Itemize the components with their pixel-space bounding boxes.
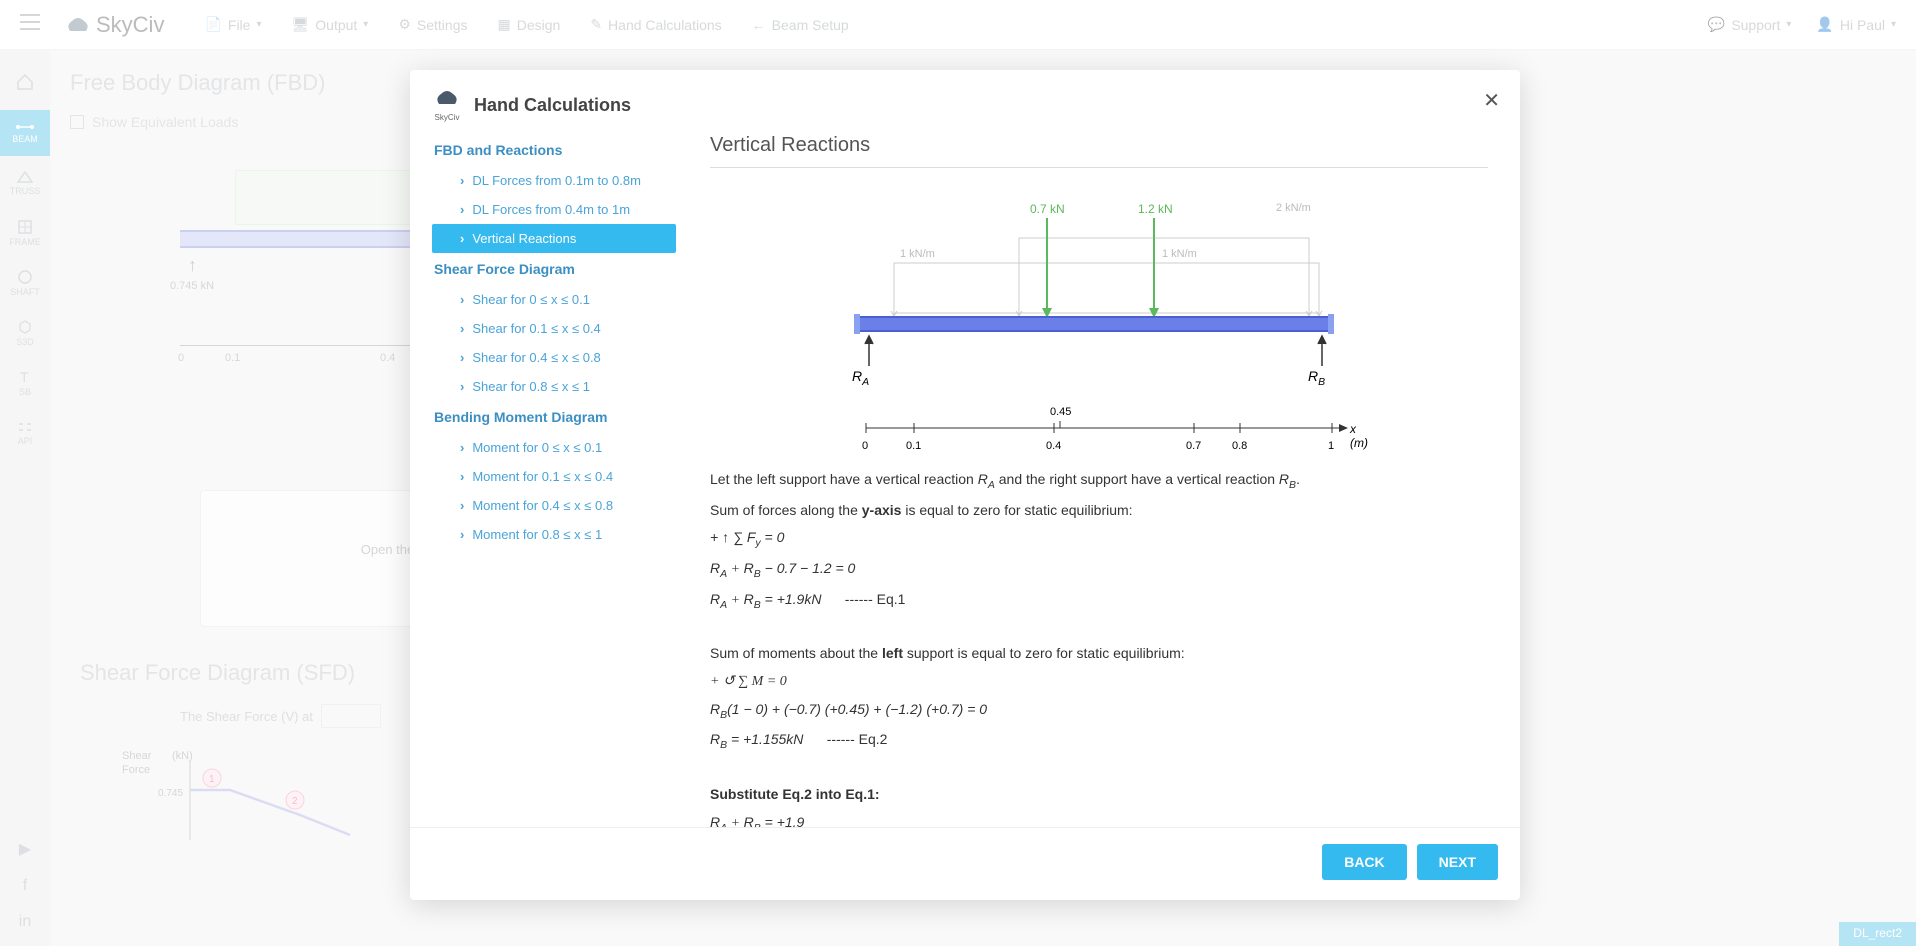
status-bar: DL_rect2 [1839,922,1916,946]
menu-output[interactable]: 🖥Output▾ [291,16,368,33]
calc-text: Let the left support have a vertical rea… [710,468,1488,827]
rail-sb[interactable]: TSB [0,360,50,406]
next-button[interactable]: NEXT [1417,844,1498,880]
toc-moment-0-01[interactable]: ›Moment for 0 ≤ x ≤ 0.1 [432,433,676,462]
sfd-title: Shear Force Diagram (SFD) [80,660,381,686]
modal-title: Hand Calculations [474,95,631,116]
toc-moment-01-04[interactable]: ›Moment for 0.1 ≤ x ≤ 0.4 [432,462,676,491]
rail-shaft[interactable]: SHAFT [0,260,50,306]
toc-section-sfd: Shear Force Diagram [432,253,676,285]
rail-home[interactable] [0,60,50,106]
back-button[interactable]: BACK [1322,844,1406,880]
modal-close-button[interactable]: ✕ [1483,88,1500,113]
toc-shear-0-01[interactable]: ›Shear for 0 ≤ x ≤ 0.1 [432,285,676,314]
toc-shear-08-1[interactable]: ›Shear for 0.8 ≤ x ≤ 1 [432,372,676,401]
toc: FBD and Reactions ›DL Forces from 0.1m t… [432,134,686,827]
rail-truss[interactable]: TRUSS [0,160,50,206]
left-rail: BEAM TRUSS FRAME SHAFT S3D TSB API ▶ f i… [0,50,50,946]
toc-shear-01-04[interactable]: ›Shear for 0.1 ≤ x ≤ 0.4 [432,314,676,343]
beam-figure: 0.7 kN 1.2 kN 1 kN/m 1 kN/m 2 kN/m RA RB… [834,188,1364,448]
linkedin-icon[interactable]: in [19,913,31,931]
toc-section-bmd: Bending Moment Diagram [432,401,676,433]
brand-logo[interactable]: SkyCiv [64,12,164,38]
modal-logo: SkyCiv [434,88,460,122]
content-title: Vertical Reactions [710,134,1488,168]
rail-frame[interactable]: FRAME [0,210,50,256]
facebook-icon[interactable]: f [23,877,27,895]
rail-s3d[interactable]: S3D [0,310,50,356]
toc-moment-08-1[interactable]: ›Moment for 0.8 ≤ x ≤ 1 [432,520,676,549]
rail-beam[interactable]: BEAM [0,110,50,156]
menu-user[interactable]: 👤Hi Paul▾ [1816,16,1896,33]
toc-moment-04-08[interactable]: ›Moment for 0.4 ≤ x ≤ 0.8 [432,491,676,520]
svg-text:1: 1 [209,774,215,785]
toc-dl-04-1[interactable]: ›DL Forces from 0.4m to 1m [432,195,676,224]
topbar: SkyCiv 📄File▾ 🖥Output▾ ⚙Settings ▦Design… [0,0,1916,50]
menu-settings[interactable]: ⚙Settings [398,16,467,33]
hamburger-icon[interactable] [20,14,44,35]
youtube-icon[interactable]: ▶ [19,839,31,859]
rail-api[interactable]: API [0,410,50,456]
svg-text:T: T [20,369,29,385]
rail-social: ▶ f in [0,839,50,931]
menu-support[interactable]: 💬Support▾ [1708,16,1792,33]
toc-shear-04-08[interactable]: ›Shear for 0.4 ≤ x ≤ 0.8 [432,343,676,372]
menu-design[interactable]: ▦Design [497,16,560,33]
menu-file[interactable]: 📄File▾ [204,16,261,33]
content-pane[interactable]: Vertical Reactions [686,134,1506,827]
menu-beamsetup[interactable]: ←Beam Setup [752,16,849,33]
handcalc-modal: SkyCiv Hand Calculations ✕ FBD and React… [410,70,1520,900]
toc-vertical-reactions[interactable]: ›Vertical Reactions [432,224,676,253]
toc-dl-01-08[interactable]: ›DL Forces from 0.1m to 0.8m [432,166,676,195]
toc-section-fbd: FBD and Reactions [432,134,676,166]
svg-text:2: 2 [292,796,298,807]
menu-handcalc[interactable]: ✎Hand Calculations [590,16,721,33]
